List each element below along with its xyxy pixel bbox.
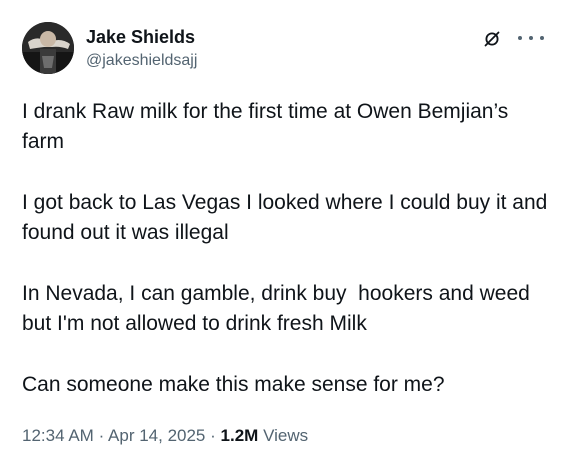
grok-icon[interactable]	[483, 30, 501, 48]
tweet-paragraph: In Nevada, I can gamble, drink buy hooke…	[22, 282, 536, 335]
tweet-time[interactable]: 12:34 AM	[22, 426, 94, 445]
avatar[interactable]	[22, 22, 74, 74]
tweet-meta: 12:34 AM · Apr 14, 2025 · 1.2M Views	[22, 425, 308, 447]
dot-icon	[529, 36, 533, 40]
author-display-name[interactable]: Jake Shields	[86, 26, 195, 48]
meta-separator: ·	[210, 426, 216, 445]
tweet-date[interactable]: Apr 14, 2025	[108, 426, 205, 445]
views-count: 1.2M	[220, 426, 259, 445]
more-icon[interactable]	[518, 27, 544, 49]
meta-separator: ·	[98, 426, 105, 445]
dot-icon	[540, 36, 544, 40]
dot-icon	[518, 36, 522, 40]
tweet-text: I drank Raw milk for the first time at O…	[22, 97, 552, 400]
tweet-paragraph: Can someone make this make sense for me?	[22, 373, 445, 396]
tweet-paragraph: I got back to Las Vegas I looked where I…	[22, 191, 554, 244]
author-handle[interactable]: @jakeshieldsajj	[86, 51, 197, 71]
tweet-paragraph: I drank Raw milk for the first time at O…	[22, 100, 515, 153]
avatar-photo	[22, 22, 74, 74]
views-label: Views	[263, 426, 309, 445]
tweet-card: Jake Shields @jakeshieldsajj I drank Raw…	[0, 0, 568, 470]
